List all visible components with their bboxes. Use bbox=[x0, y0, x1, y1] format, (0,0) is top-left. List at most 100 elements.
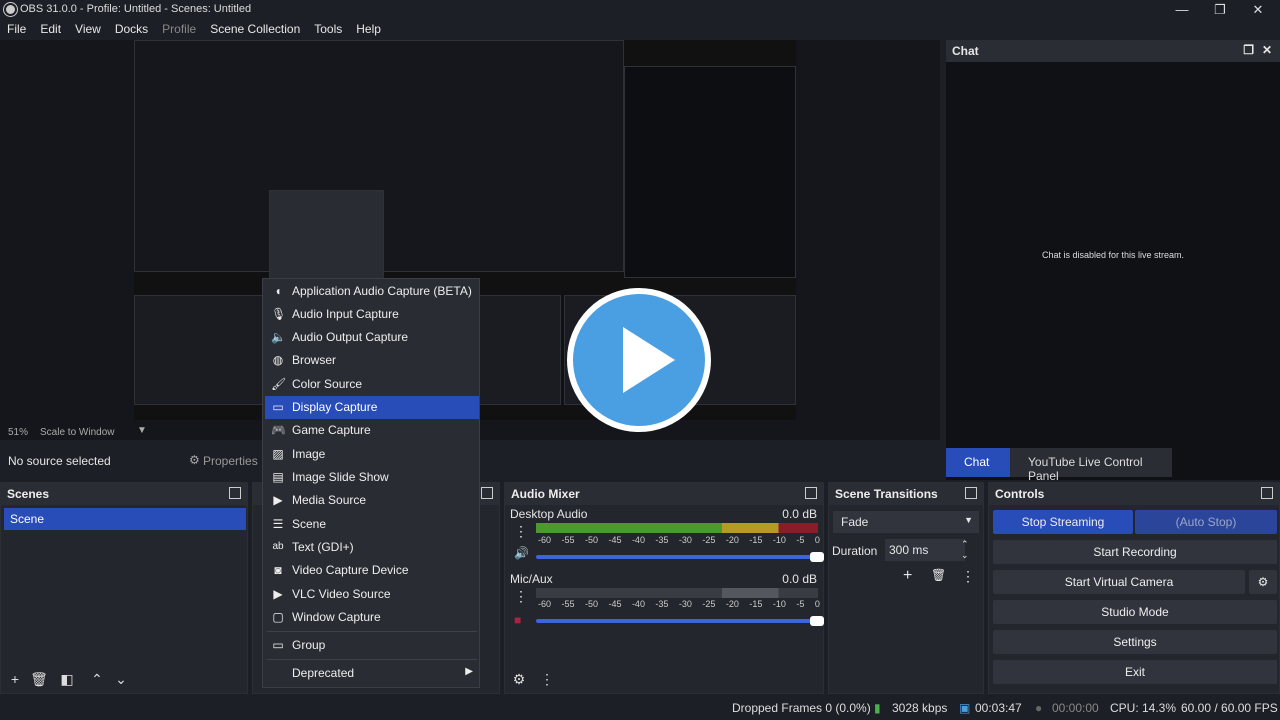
signal-icon: ▮ bbox=[874, 701, 881, 715]
kebab-menu-icon[interactable]: ⋮ bbox=[514, 588, 528, 605]
stream-time: 00:03:47 bbox=[975, 701, 1022, 715]
start-virtual-camera-button[interactable]: Start Virtual Camera bbox=[993, 570, 1245, 594]
spin-up-icon[interactable]: ⌃ bbox=[961, 539, 969, 550]
window-title: OBS 31.0.0 - Profile: Untitled - Scenes:… bbox=[20, 3, 252, 15]
channel-db: 0.0 dB bbox=[782, 572, 817, 586]
menu-item-vlc-video-source[interactable]: ▶ VLC Video Source bbox=[265, 583, 479, 606]
menu-tools[interactable]: Tools bbox=[307, 20, 349, 38]
speaker-icon[interactable]: 🔊 bbox=[514, 546, 529, 560]
spin-down-icon[interactable]: ⌄ bbox=[961, 550, 969, 561]
menu-item-game-capture[interactable]: 🎮 Game Capture bbox=[265, 419, 479, 442]
tick: -25 bbox=[702, 535, 716, 545]
tick: -20 bbox=[725, 535, 739, 545]
add-icon[interactable]: + bbox=[903, 567, 912, 585]
menu-item-audio-output-capture[interactable]: 🔈 Audio Output Capture bbox=[265, 326, 479, 349]
menu-item-video-capture-device[interactable]: ◙ Video Capture Device bbox=[265, 559, 479, 582]
channel-name: Desktop Audio bbox=[510, 507, 588, 521]
tick: -55 bbox=[561, 599, 575, 609]
popout-icon[interactable] bbox=[1261, 487, 1273, 499]
gear-icon[interactable]: ⚙ bbox=[189, 453, 200, 467]
menu-item-text-gdi[interactable]: ab Text (GDI+) bbox=[265, 536, 479, 559]
chevron-down-icon[interactable]: ▼ bbox=[137, 425, 147, 436]
trash-icon[interactable]: 🗑 bbox=[29, 671, 49, 689]
chevron-down-icon[interactable]: ⌄ bbox=[111, 671, 131, 689]
kebab-menu-icon[interactable]: ⋮ bbox=[537, 671, 557, 689]
menu-item-audio-input-capture[interactable]: 🎙 Audio Input Capture bbox=[265, 303, 479, 326]
auto-stop-button[interactable]: (Auto Stop) bbox=[1135, 510, 1277, 534]
scale-mode-select[interactable]: Scale to Window bbox=[40, 427, 114, 438]
folder-icon: ▭ bbox=[272, 638, 284, 652]
video-play-button[interactable] bbox=[567, 288, 711, 432]
status-bar: Dropped Frames 0 (0.0%) ▮ 3028 kbps ▣ 00… bbox=[0, 696, 1280, 720]
menu-item-label: Game Capture bbox=[292, 423, 371, 437]
menu-edit[interactable]: Edit bbox=[33, 20, 68, 38]
chevron-up-icon[interactable]: ⌃ bbox=[87, 671, 107, 689]
properties-button[interactable]: Properties bbox=[203, 454, 258, 468]
menu-item-label: Video Capture Device bbox=[292, 563, 409, 577]
popout-icon[interactable] bbox=[481, 487, 493, 499]
tick: -10 bbox=[772, 535, 786, 545]
duration-input[interactable]: 300 ms bbox=[885, 539, 965, 561]
menu-docks[interactable]: Docks bbox=[108, 20, 155, 38]
gear-icon[interactable]: ⚙ bbox=[1249, 570, 1277, 594]
stop-streaming-button[interactable]: Stop Streaming bbox=[993, 510, 1133, 534]
scene-list-item[interactable]: Scene bbox=[4, 508, 246, 530]
menu-item-image[interactable]: ▨ Image bbox=[265, 443, 479, 466]
menu-item-deprecated[interactable]: Deprecated ▶ bbox=[265, 662, 479, 685]
tick: -45 bbox=[608, 535, 622, 545]
filter-icon[interactable]: ◧ bbox=[57, 671, 77, 689]
tick: 0 bbox=[814, 535, 820, 545]
menu-item-media-source[interactable]: ▶ Media Source bbox=[265, 489, 479, 512]
popout-icon[interactable] bbox=[965, 487, 977, 499]
menu-scene-collection[interactable]: Scene Collection bbox=[203, 20, 307, 38]
popout-icon[interactable] bbox=[805, 487, 817, 499]
menu-item-group[interactable]: ▭ Group bbox=[265, 634, 479, 657]
menu-file[interactable]: File bbox=[0, 20, 33, 38]
close-icon[interactable]: ✕ bbox=[1238, 1, 1278, 19]
obs-logo-icon bbox=[4, 3, 17, 16]
tab-youtube-live-control-panel[interactable]: YouTube Live Control Panel bbox=[1010, 448, 1172, 483]
trash-icon[interactable]: 🗑 bbox=[931, 568, 946, 582]
add-icon[interactable]: + bbox=[5, 671, 25, 689]
menu-help[interactable]: Help bbox=[349, 20, 388, 38]
kebab-menu-icon[interactable]: ⋮ bbox=[961, 568, 975, 585]
transition-value: Fade bbox=[841, 515, 869, 529]
menu-view[interactable]: View bbox=[68, 20, 108, 38]
menu-item-application-audio-capture[interactable]: ◖ Application Audio Capture (BETA) bbox=[265, 280, 479, 303]
menu-item-label: Color Source bbox=[292, 377, 363, 391]
gamepad-icon: 🎮 bbox=[271, 423, 286, 437]
menu-profile[interactable]: Profile bbox=[155, 20, 203, 38]
tick: -60 bbox=[538, 535, 552, 545]
transition-select[interactable]: Fade ▼ bbox=[833, 511, 979, 533]
kebab-menu-icon[interactable]: ⋮ bbox=[514, 523, 528, 540]
start-recording-button[interactable]: Start Recording bbox=[993, 540, 1277, 564]
menu-item-image-slide-show[interactable]: ▤ Image Slide Show bbox=[265, 466, 479, 489]
image-icon: ▨ bbox=[272, 447, 284, 461]
volume-slider[interactable] bbox=[536, 552, 824, 562]
tick: -50 bbox=[584, 599, 598, 609]
exit-button[interactable]: Exit bbox=[993, 660, 1277, 684]
menu-item-window-capture[interactable]: ▢ Window Capture bbox=[265, 606, 479, 629]
minimize-icon[interactable]: — bbox=[1162, 1, 1202, 19]
settings-button[interactable]: Settings bbox=[993, 630, 1277, 654]
tab-chat[interactable]: Chat bbox=[946, 448, 1010, 477]
close-icon[interactable]: ✕ bbox=[1262, 43, 1272, 57]
volume-slider[interactable] bbox=[536, 616, 824, 626]
menu-item-display-capture[interactable]: ▭ Display Capture bbox=[265, 396, 479, 419]
popout-icon[interactable] bbox=[229, 487, 241, 499]
muted-speaker-icon[interactable]: ■ bbox=[514, 613, 521, 627]
nested-chat bbox=[624, 66, 796, 278]
studio-mode-button[interactable]: Studio Mode bbox=[993, 600, 1277, 624]
menu-item-color-source[interactable]: 🖌 Color Source bbox=[265, 373, 479, 396]
play-icon: ▶ bbox=[273, 587, 283, 601]
menu-item-browser[interactable]: ◍ Browser bbox=[265, 349, 479, 372]
maximize-icon[interactable]: ❐ bbox=[1200, 1, 1240, 19]
gear-icon[interactable]: ⚙ bbox=[509, 671, 529, 689]
slider-handle[interactable] bbox=[810, 616, 824, 626]
popout-icon[interactable]: ❐ bbox=[1243, 43, 1254, 57]
menu-item-scene[interactable]: ☰ Scene bbox=[265, 513, 479, 536]
menu-item-label: Image bbox=[292, 447, 326, 461]
scenes-title: Scenes bbox=[7, 487, 50, 501]
slider-handle[interactable] bbox=[810, 552, 824, 562]
monitor-icon: ▭ bbox=[272, 400, 284, 414]
